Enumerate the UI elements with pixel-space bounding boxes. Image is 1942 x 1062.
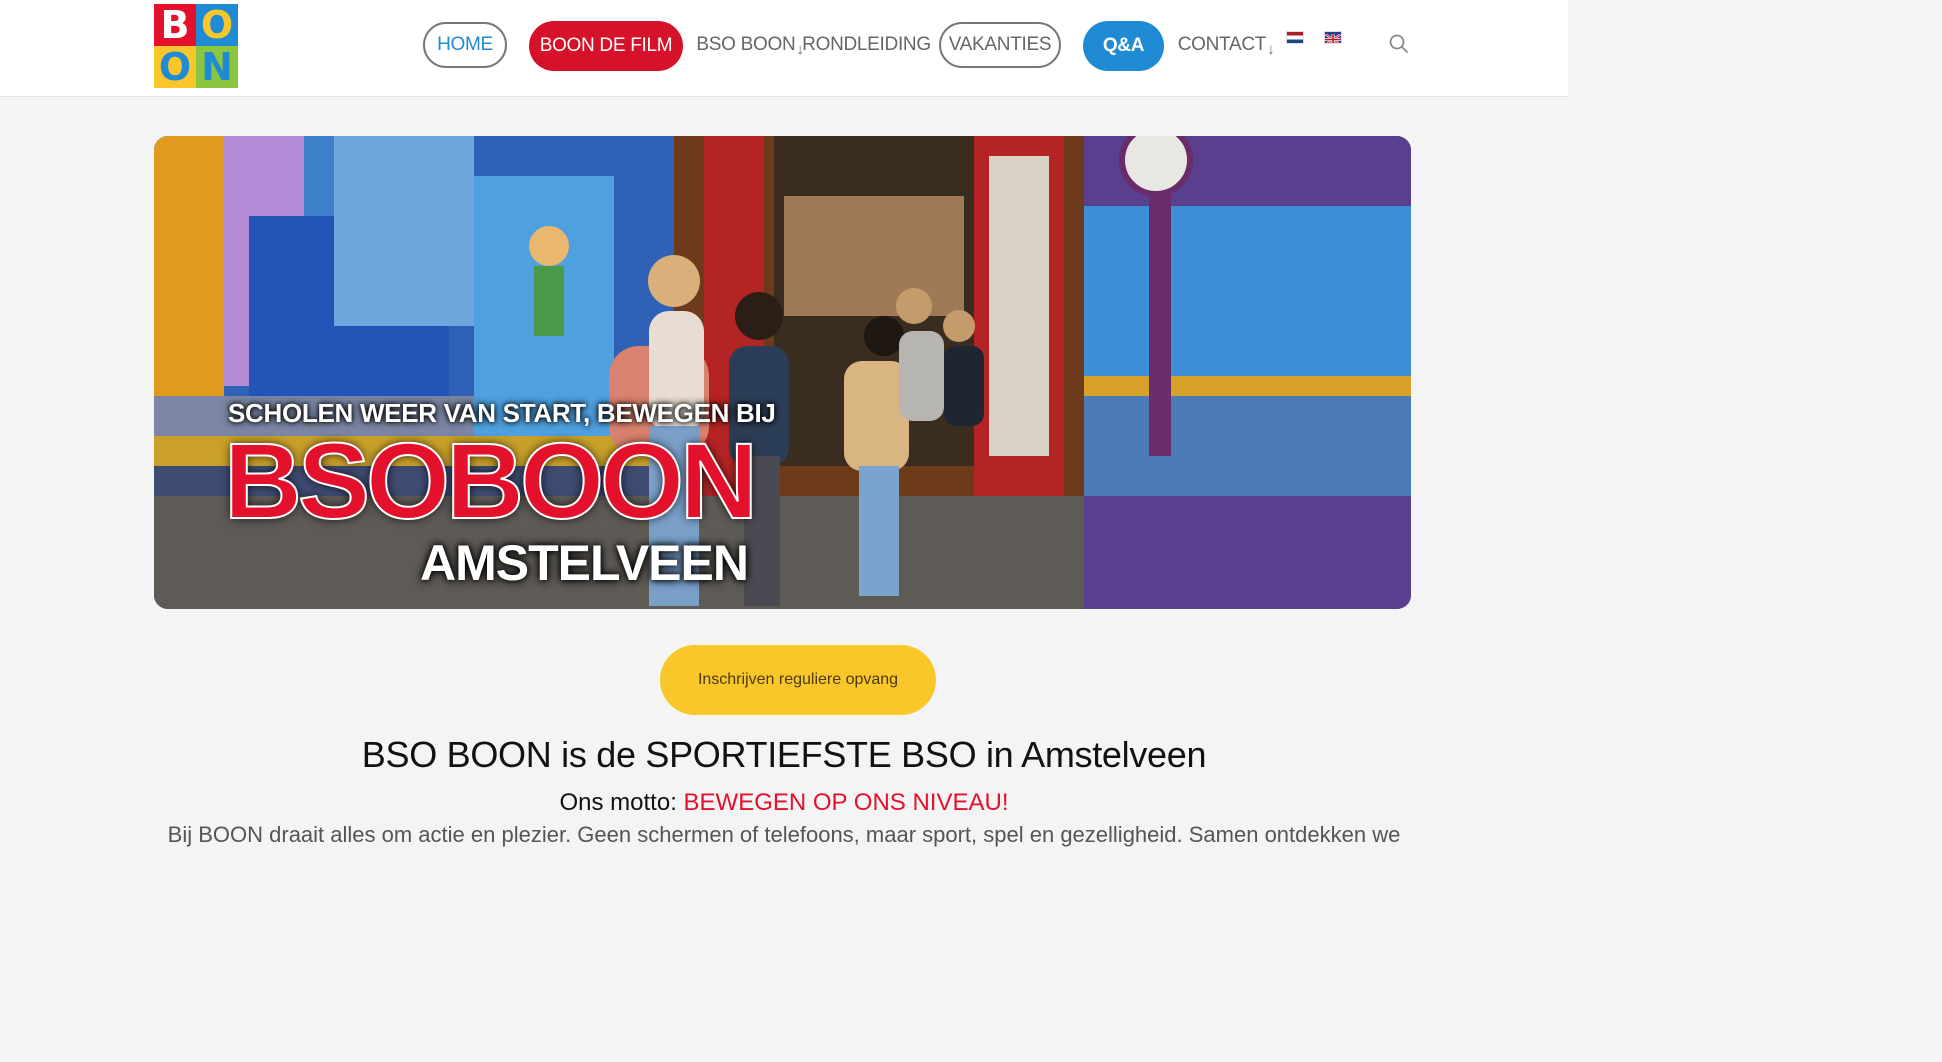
nav-film-label: BOON DE FILM [539,35,673,56]
nav-vakanties[interactable]: VAKANTIES [939,22,1061,68]
main-nav: HOME BOON DE FILM BSO BOON ↓ RONDLEIDING … [0,0,1568,96]
dropdown-arrow-icon: ↓ [1267,40,1275,58]
nav-rondleiding-label: RONDLEIDING [802,34,931,55]
nav-vakanties-label: VAKANTIES [948,34,1052,55]
hero-city: AMSTELVEEN [420,535,749,591]
motto-value: BEWEGEN OP ONS NIVEAU! [683,789,1009,816]
intro-text: Bij BOON draait alles om actie en plezie… [167,822,1401,847]
motto: Ons motto: BEWEGEN OP ONS NIVEAU! [0,789,1568,817]
nav-qa-label: Q&A [1102,35,1145,56]
hero-overlay: SCHOLEN WEER VAN START, BEWEGEN BIJ BSOB… [154,136,1411,609]
search-icon[interactable] [1388,33,1410,55]
nav-bso-boon-label: BSO BOON [696,34,796,55]
nav-contact[interactable]: CONTACT ↓ [1178,22,1275,68]
page-heading: BSO BOON is de SPORTIEFSTE BSO in Amstel… [361,734,1207,775]
motto-label: Ons motto: [559,789,684,816]
nav-qa[interactable]: Q&A [1083,21,1164,71]
hero-banner: SCHOLEN WEER VAN START, BEWEGEN BIJ BSOB… [154,136,1411,609]
union-jack-graphic [1325,33,1341,43]
site-header: B O O N HOME BOON DE FILM BSO BOON ↓ ROND… [0,0,1568,97]
register-button[interactable]: Inschrijven reguliere opvang [660,645,936,715]
nav-bso-boon[interactable]: BSO BOON ↓ [696,22,803,68]
hero-brand: BSOBOON [223,420,759,541]
nav-home-label: HOME [437,34,493,55]
flag-en-icon[interactable] [1325,32,1341,43]
flag-nl-icon[interactable] [1287,32,1303,43]
nav-home[interactable]: HOME [423,22,507,68]
nav-boon-de-film[interactable]: BOON DE FILM [529,21,683,71]
nav-contact-label: CONTACT [1177,34,1267,55]
nav-rondleiding[interactable]: RONDLEIDING [802,22,931,68]
